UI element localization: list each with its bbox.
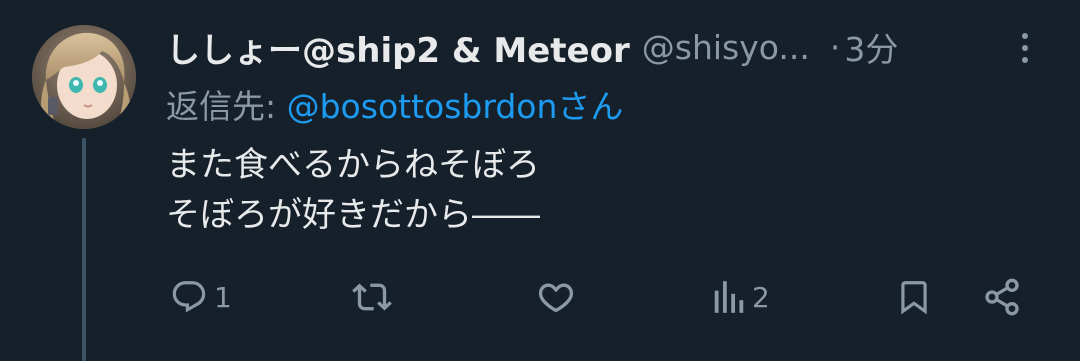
reply-mention-link[interactable]: @bosottosbrdonさん (287, 87, 624, 126)
reply-count: 1 (214, 280, 232, 314)
views-count: 2 (752, 280, 770, 314)
bookmark-button[interactable] (895, 272, 933, 322)
reply-context: 返信先: @bosottosbrdonさん (166, 80, 623, 128)
more-options-button[interactable] (1013, 30, 1037, 66)
bookmark-icon (901, 281, 927, 315)
tweet-text-line: また食べるからねそぼろ (166, 145, 540, 185)
tweet[interactable]: ししょー@ship2 & Meteor @shisyo... · 3分 返信先:… (0, 0, 1080, 361)
action-bar: 1 2 (0, 272, 1080, 322)
avatar[interactable] (32, 25, 136, 129)
reply-button[interactable]: 1 (170, 272, 232, 322)
reply-icon (172, 281, 206, 313)
more-vertical-icon (1022, 33, 1028, 63)
views-icon (714, 281, 744, 313)
avatar-image (32, 25, 136, 129)
tweet-text: また食べるからねそぼろ そぼろが好きだから―― (166, 140, 540, 240)
display-name[interactable]: ししょー@ship2 & Meteor (166, 23, 630, 72)
retweet-icon (352, 283, 392, 311)
like-button[interactable] (536, 272, 582, 322)
tweet-header: ししょー@ship2 & Meteor @shisyo... · 3分 (166, 22, 1046, 72)
tweet-text-line: そぼろが好きだから―― (166, 195, 540, 235)
retweet-button[interactable] (352, 272, 398, 322)
separator-dot: · (829, 27, 841, 67)
reply-label: 返信先: (166, 87, 287, 126)
like-icon (538, 283, 574, 313)
timestamp[interactable]: 3分 (844, 23, 898, 71)
share-button[interactable] (982, 272, 1022, 322)
thread-line (82, 138, 86, 361)
share-icon (985, 278, 1019, 316)
views-button[interactable]: 2 (712, 272, 770, 322)
user-handle[interactable]: @shisyo... (642, 28, 810, 67)
